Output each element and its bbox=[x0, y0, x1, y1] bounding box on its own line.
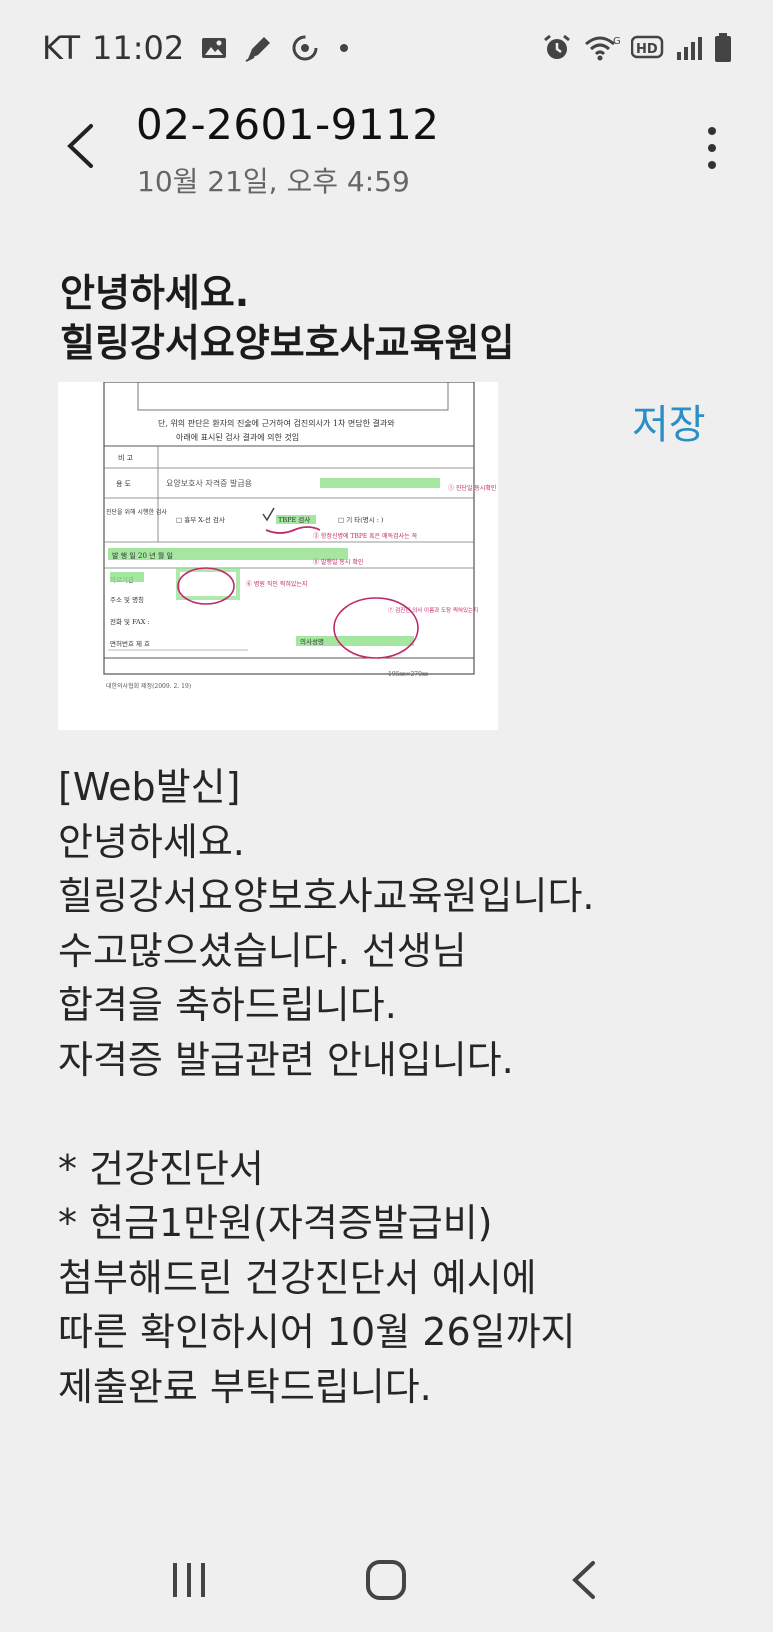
status-right: G HD bbox=[541, 32, 733, 64]
message-timestamp: 10월 21일, 오후 4:59 bbox=[137, 165, 410, 198]
attachment-image[interactable]: 단, 위의 판단은 환자의 진술에 근거하여 검진의사가 1차 면담한 결과와 … bbox=[58, 381, 498, 730]
svg-text:전화 및 FAX :: 전화 및 FAX : bbox=[110, 617, 150, 626]
svg-text:⑤ 발행일 동시 확인: ⑤ 발행일 동시 확인 bbox=[313, 558, 363, 566]
more-dot bbox=[708, 144, 716, 152]
alarm-icon bbox=[541, 32, 573, 64]
message-line: 자격증 발급관련 안내입니다. bbox=[58, 1037, 514, 1082]
wifi-icon: G bbox=[583, 32, 621, 64]
message-line: 수고많으셨습니다. 선생님 bbox=[58, 928, 467, 973]
message-body: [Web발신] 안녕하세요. 힐링강서요양보호사교육원입니다. 수고많으셨습니다… bbox=[58, 760, 758, 1414]
message-line: [Web발신] bbox=[58, 765, 241, 809]
svg-text:진단을 위해 시행한 검사: 진단을 위해 시행한 검사 bbox=[106, 508, 167, 516]
carrier-label: KT bbox=[42, 29, 81, 67]
sync-icon bbox=[290, 33, 320, 63]
subject-line: 안녕하세요. bbox=[60, 271, 250, 315]
status-left: KT 11:02 bbox=[42, 29, 352, 67]
svg-text:비 고: 비 고 bbox=[118, 453, 134, 462]
svg-text:G: G bbox=[613, 36, 621, 47]
clock: 11:02 bbox=[92, 29, 185, 67]
svg-text:대한의사협회 제정(2009. 2. 19): 대한의사협회 제정(2009. 2. 19) bbox=[106, 682, 191, 690]
conversation-header: 02-2601-9112 10월 21일, 오후 4:59 bbox=[0, 100, 773, 210]
health-certificate-image: 단, 위의 판단은 환자의 진술에 근거하여 검진의사가 1차 면담한 결과와 … bbox=[58, 381, 498, 730]
svg-text:의사성명: 의사성명 bbox=[300, 637, 324, 646]
svg-text:용 도: 용 도 bbox=[116, 480, 132, 488]
more-dot bbox=[708, 127, 716, 135]
nav-back-button[interactable] bbox=[554, 1550, 614, 1610]
navigation-bar bbox=[0, 1530, 773, 1630]
svg-text:요양보호사 자격증 발급용: 요양보호사 자격증 발급용 bbox=[166, 478, 252, 488]
battery-icon bbox=[713, 32, 733, 64]
message-line: 안녕하세요. bbox=[58, 819, 245, 864]
svg-text:□ 흉부 X-선 검사: □ 흉부 X-선 검사 bbox=[176, 515, 225, 524]
hd-icon: HD bbox=[631, 34, 665, 62]
message-line: 따른 확인하시어 10월 26일까지 bbox=[58, 1310, 576, 1354]
pen-icon bbox=[244, 33, 274, 63]
svg-text:발 행 일 20 년 월 일: 발 행 일 20 년 월 일 bbox=[112, 551, 173, 560]
message-line: 제출완료 부탁드립니다. bbox=[58, 1364, 432, 1409]
svg-text:⑥ 병원 직인 찍혀있는지: ⑥ 병원 직인 찍혀있는지 bbox=[246, 580, 307, 588]
status-bar: KT 11:02 G HD bbox=[0, 0, 773, 96]
subject-line: 힐링강서요양보호사교육원입 bbox=[60, 321, 515, 365]
message-line: 합격을 축하드립니다. bbox=[58, 983, 397, 1027]
message-line: 첨부해드린 건강진단서 예시에 bbox=[58, 1255, 537, 1300]
home-icon bbox=[366, 1560, 407, 1600]
svg-text:① 진단일 동시확인: ① 진단일 동시확인 bbox=[448, 484, 496, 492]
message-line: 힐링강서요양보호사교육원입니다. bbox=[58, 874, 595, 918]
message-line: * 건강진단서 bbox=[58, 1146, 264, 1191]
more-options-button[interactable] bbox=[697, 118, 727, 178]
more-dot bbox=[708, 161, 716, 169]
back-button[interactable] bbox=[52, 116, 108, 176]
sender-number: 02-2601-9112 bbox=[136, 100, 440, 149]
svg-text:③ 항정신병에 TBPE 혹은 매독검사는 꼭: ③ 항정신병에 TBPE 혹은 매독검사는 꼭 bbox=[313, 532, 418, 540]
image-icon bbox=[200, 35, 228, 61]
signal-icon bbox=[675, 34, 703, 62]
svg-text:195㎜×270㎜: 195㎜×270㎜ bbox=[388, 671, 428, 678]
home-button[interactable] bbox=[356, 1550, 416, 1610]
message-line bbox=[58, 1087, 758, 1142]
recents-button[interactable] bbox=[159, 1550, 219, 1610]
svg-text:아래에 표시된 검사 결과에 의한 것임: 아래에 표시된 검사 결과에 의한 것임 bbox=[176, 432, 299, 442]
svg-text:TBPE 검사: TBPE 검사 bbox=[278, 515, 310, 524]
dot-icon bbox=[336, 40, 352, 56]
svg-text:면허번호 제 호: 면허번호 제 호 bbox=[110, 639, 150, 648]
back-icon bbox=[572, 1561, 596, 1599]
svg-text:⑦ 검진한 의사 이름과 도장 찍혀있는지: ⑦ 검진한 의사 이름과 도장 찍혀있는지 bbox=[388, 606, 478, 614]
recents-icon bbox=[172, 1563, 205, 1597]
svg-text:주소 및 명칭: 주소 및 명칭 bbox=[110, 595, 144, 604]
chevron-left-icon bbox=[67, 124, 93, 168]
svg-text:HD: HD bbox=[636, 42, 658, 57]
svg-text:단, 위의 판단은 환자의 진술에 근거하여 검진의사가 1: 단, 위의 판단은 환자의 진술에 근거하여 검진의사가 1차 면담한 결과와 bbox=[158, 418, 395, 428]
message-line: * 현금1만원(자격증발급비) bbox=[58, 1201, 493, 1245]
mms-subject: 안녕하세요. 힐링강서요양보호사교육원입 bbox=[60, 268, 740, 368]
svg-text:□ 기 타(명시 : ): □ 기 타(명시 : ) bbox=[338, 515, 384, 524]
save-attachment-button[interactable]: 저장 bbox=[632, 392, 706, 450]
